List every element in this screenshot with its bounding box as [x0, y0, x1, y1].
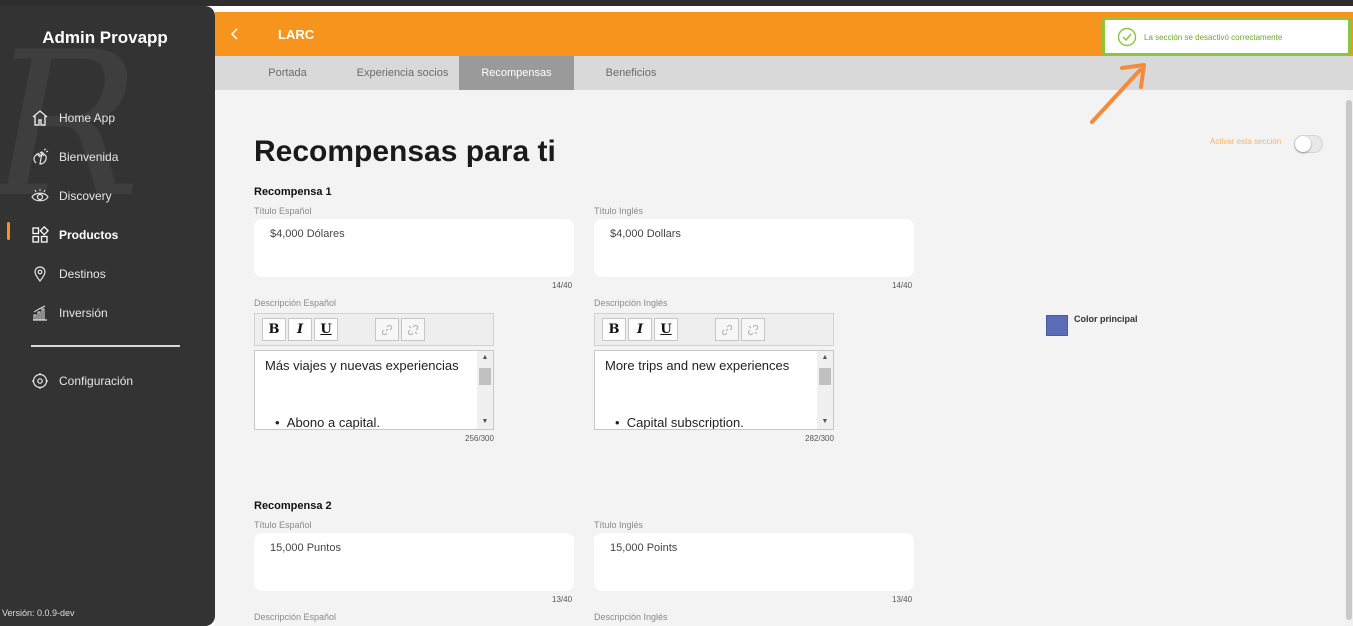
scroll-up-icon[interactable]: ▲: [477, 351, 493, 365]
page-title: Recompensas para ti: [254, 135, 556, 168]
check-circle-icon: [1117, 27, 1137, 52]
reward-2-title-en-counter: 13/40: [892, 595, 913, 604]
location-pin-icon: [30, 264, 50, 284]
home-icon: [30, 108, 50, 128]
scroll-up-icon[interactable]: ▲: [817, 351, 833, 365]
unlink-icon[interactable]: [401, 318, 425, 341]
activate-section-label: Activar esta sección: [1210, 137, 1282, 146]
sidebar-item-destinos[interactable]: Destinos: [30, 263, 106, 285]
editor-toolbar: B I U: [594, 313, 834, 346]
editor-scrollbar-thumb[interactable]: [819, 368, 831, 385]
reward-1-desc-es-counter: 256/300: [465, 434, 494, 443]
desc-en-label: Descripción Inglés: [594, 298, 668, 308]
sidebar-item-label: Inversión: [59, 306, 108, 320]
toast-message: La sección se desactivó correctamente: [1144, 33, 1283, 42]
reward-1-title-es-counter: 14/40: [552, 281, 573, 290]
bar-chart-icon: [30, 303, 50, 323]
version-label: Versión: 0.0.9-dev: [2, 608, 75, 618]
reward-1-title-es-input[interactable]: $4,000 Dólares: [254, 219, 574, 277]
title-es-label: Título Español: [254, 206, 312, 216]
scroll-down-icon[interactable]: ▼: [817, 415, 833, 429]
waving-hand-icon: [30, 147, 50, 167]
chevron-left-icon[interactable]: [225, 24, 245, 44]
title-en-label: Título Inglés: [594, 520, 644, 530]
header-title: LARC: [278, 27, 315, 42]
reward-1-title-en-input[interactable]: $4,000 Dollars: [594, 219, 914, 277]
eye-icon: [30, 186, 50, 206]
editor-text-area[interactable]: Más viajes y nuevas experiencias • Abono…: [254, 350, 494, 430]
grid-icon: [30, 225, 50, 245]
reward-1-desc-en-counter: 282/300: [805, 434, 834, 443]
desc-en-label: Descripción Inglés: [594, 612, 668, 622]
title-es-label: Título Español: [254, 520, 312, 530]
desc-es-label: Descripción Español: [254, 298, 337, 308]
sidebar-item-configuracion[interactable]: Configuración: [30, 370, 133, 392]
page-scrollbar[interactable]: [1345, 90, 1353, 626]
editor-text-area[interactable]: More trips and new experiences • Capital…: [594, 350, 834, 430]
editor-scrollbar[interactable]: ▲ ▼: [817, 351, 833, 429]
sidebar-item-label: Productos: [59, 228, 119, 242]
sidebar-item-label: Home App: [59, 111, 116, 125]
reward-2-title-en-input[interactable]: 15,000 Points: [594, 533, 914, 591]
sidebar-divider: [31, 345, 180, 347]
sidebar-item-home-app[interactable]: Home App: [30, 107, 115, 129]
reward-1-title: Recompensa 1: [254, 186, 332, 198]
italic-button[interactable]: I: [288, 318, 312, 341]
link-icon[interactable]: [715, 318, 739, 341]
editor-bullet-text: Abono a capital.: [286, 415, 381, 430]
sidebar-item-bienvenida[interactable]: Bienvenida: [30, 146, 118, 168]
sidebar-item-label: Destinos: [59, 267, 106, 281]
unlink-icon[interactable]: [741, 318, 765, 341]
settings-icon: [30, 371, 50, 391]
underline-button[interactable]: U: [314, 318, 338, 341]
bold-button[interactable]: B: [602, 318, 626, 341]
reward-2-title-es-counter: 13/40: [552, 595, 573, 604]
tab-recompensas[interactable]: Recompensas: [459, 56, 574, 90]
toggle-knob: [1295, 136, 1311, 152]
success-toast: La sección se desactivó correctamente: [1102, 17, 1351, 56]
activate-section-toggle[interactable]: [1294, 135, 1323, 153]
editor-scrollbar-thumb[interactable]: [479, 368, 491, 385]
editor-scrollbar[interactable]: ▲ ▼: [477, 351, 493, 429]
editor-text: More trips and new experiences: [605, 358, 790, 373]
editor-bullet-item: • Abono a capital.: [275, 415, 381, 430]
sidebar-item-label: Configuración: [59, 374, 134, 388]
editor-text: Más viajes y nuevas experiencias: [265, 358, 459, 373]
tab-beneficios[interactable]: Beneficios: [585, 56, 677, 90]
title-en-label: Título Inglés: [594, 206, 644, 216]
bold-button[interactable]: B: [262, 318, 286, 341]
reward-2-title: Recompensa 2: [254, 500, 332, 512]
scroll-down-icon[interactable]: ▼: [477, 415, 493, 429]
color-principal-swatch[interactable]: [1046, 315, 1068, 336]
sidebar: R Admin Provapp Home App Bienvenida Disc…: [0, 6, 215, 626]
tab-portada[interactable]: Portada: [250, 56, 325, 90]
editor-bullet-text: Capital subscription.: [626, 415, 744, 430]
tab-bar: Portada Experiencia socios Recompensas B…: [215, 56, 1353, 90]
annotation-arrow-icon: [1090, 63, 1146, 124]
reward-1-title-en-counter: 14/40: [892, 281, 913, 290]
color-principal-label: Color principal: [1074, 314, 1138, 324]
brand-title: Admin Provapp: [42, 28, 168, 47]
sidebar-item-productos[interactable]: Productos: [30, 224, 118, 246]
page-scrollbar-thumb[interactable]: [1346, 100, 1352, 620]
tab-experiencia-socios[interactable]: Experiencia socios: [345, 56, 460, 90]
sidebar-item-label: Discovery: [59, 189, 112, 203]
editor-toolbar: B I U: [254, 313, 494, 346]
editor-bullet-item: • Capital subscription.: [615, 415, 744, 430]
sidebar-item-inversion[interactable]: Inversión: [30, 302, 108, 324]
desc-es-label: Descripción Español: [254, 612, 337, 622]
underline-button[interactable]: U: [654, 318, 678, 341]
sidebar-item-label: Bienvenida: [59, 150, 119, 164]
active-nav-indicator: [7, 222, 10, 240]
sidebar-item-discovery[interactable]: Discovery: [30, 185, 112, 207]
reward-2-title-es-input[interactable]: 15,000 Puntos: [254, 533, 574, 591]
link-icon[interactable]: [375, 318, 399, 341]
italic-button[interactable]: I: [628, 318, 652, 341]
